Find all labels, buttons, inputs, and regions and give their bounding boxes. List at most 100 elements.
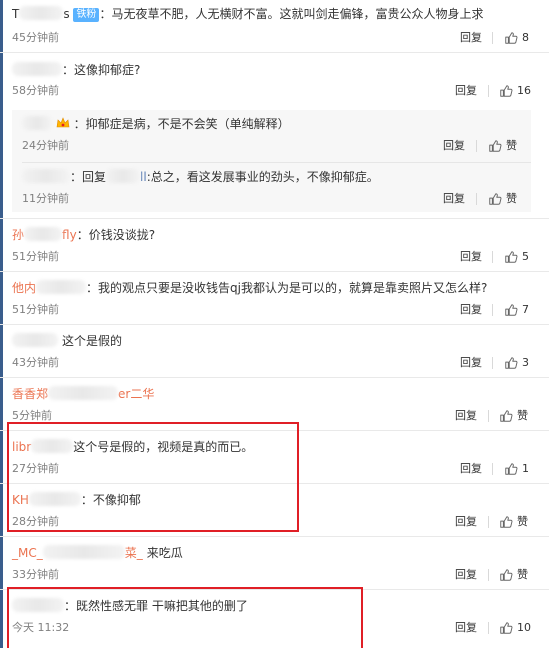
like-label: 赞: [517, 409, 528, 422]
commenter-name-suffix[interactable]: s: [63, 7, 69, 21]
like-button[interactable]: 7: [504, 303, 529, 317]
comment-time: 51分钟前: [12, 303, 59, 316]
commenter-name[interactable]: 香香郑: [12, 387, 48, 401]
commenter-name[interactable]: _MC_: [12, 546, 43, 560]
like-count: 5: [522, 250, 529, 263]
reply-to-name[interactable]: ll: [140, 170, 147, 184]
iron-fan-badge: 铁粉: [73, 8, 100, 22]
comment-time: 51分钟前: [12, 250, 59, 263]
comment-item: Ts 铁粉 ：马无夜草不肥，人无横财不富。这就叫剑走偏锋，富贵公众人物身上求 45…: [0, 0, 549, 52]
like-button[interactable]: 16: [499, 84, 531, 98]
reply-button[interactable]: 回复: [455, 84, 477, 98]
comment-time: 58分钟前: [12, 84, 59, 97]
comment-text: 这个号是假的，视频是真的而已。: [73, 440, 254, 454]
blurred-username: [22, 116, 52, 130]
comment-text: ：价钱没谈拢?: [76, 228, 156, 242]
like-button[interactable]: 赞: [488, 192, 517, 206]
like-count: 16: [517, 84, 531, 97]
commenter-name[interactable]: libr: [12, 440, 31, 454]
like-count: 10: [517, 621, 531, 634]
like-button[interactable]: 赞: [499, 515, 528, 529]
reply-button[interactable]: 回复: [460, 356, 482, 370]
reply-text: :总之，看这发展事业的劲头，不像抑郁症。: [146, 170, 379, 184]
blurred-username: [12, 333, 58, 347]
comment-text: 来吃瓜: [146, 546, 183, 560]
commenter-name-suffix[interactable]: fly: [62, 228, 77, 242]
blurred-username: [48, 386, 119, 400]
divider: [22, 162, 531, 163]
like-button[interactable]: 10: [499, 621, 531, 635]
commenter-name[interactable]: 孙: [12, 228, 24, 242]
comment-header: ：这像抑郁症?: [12, 62, 140, 78]
reply-button[interactable]: 回复: [455, 568, 477, 582]
comment-header: ：既然性感无罪 干嘛把其他的删了: [12, 598, 248, 614]
like-count: 7: [522, 303, 529, 316]
comment-time: 今天 11:32: [12, 621, 70, 634]
blurred-username: [106, 169, 141, 183]
like-button[interactable]: 8: [504, 31, 529, 45]
reply-button[interactable]: 回复: [460, 303, 482, 317]
comment-item: ：这像抑郁症? 58分钟前 回复 16 ：抑郁症是病，不是不会笑（单纯解释） 2…: [0, 52, 549, 218]
divider: [492, 463, 493, 475]
reply-button[interactable]: 回复: [443, 139, 465, 153]
reply-button[interactable]: 回复: [460, 250, 482, 264]
reply-button[interactable]: 回复: [460, 462, 482, 476]
divider: [492, 251, 493, 263]
thumbs-up-icon: [505, 357, 518, 369]
thumbs-up-icon: [489, 140, 502, 152]
divider: [488, 516, 489, 528]
blurred-username: [36, 280, 87, 294]
like-label: 赞: [506, 192, 517, 205]
comment-text: ：既然性感无罪 干嘛把其他的删了: [64, 599, 248, 613]
divider: [488, 569, 489, 581]
comment-header: libr 这个号是假的，视频是真的而已。: [12, 439, 253, 455]
like-button[interactable]: 1: [504, 462, 529, 476]
divider: [476, 193, 477, 205]
like-label: 赞: [506, 139, 517, 152]
comment-text: ：: [70, 170, 83, 184]
commenter-name[interactable]: KH: [12, 493, 29, 507]
commenter-name[interactable]: T: [12, 7, 19, 21]
comment-header: KH ：不像抑郁: [12, 492, 141, 508]
divider: [492, 357, 493, 369]
comment-time: 27分钟前: [12, 462, 59, 475]
like-count: 3: [522, 356, 529, 369]
like-button[interactable]: 5: [504, 250, 529, 264]
commenter-name-suffix[interactable]: 菜_: [125, 546, 143, 560]
like-button[interactable]: 3: [504, 356, 529, 370]
comment-header: 他内 ：我的观点只要是没收钱告qj我都认为是可以的，就算是靠卖照片又怎么样?: [12, 280, 487, 296]
like-count: 8: [522, 31, 529, 44]
thumbs-up-icon: [500, 569, 513, 581]
comment-text: ：: [73, 117, 86, 131]
blurred-username: [19, 6, 64, 20]
comment-time: 28分钟前: [12, 515, 59, 528]
reply-button[interactable]: 回复: [455, 621, 477, 635]
divider: [488, 85, 489, 97]
like-label: 赞: [517, 515, 528, 528]
divider: [488, 622, 489, 634]
like-button[interactable]: 赞: [499, 568, 528, 582]
comment-header: 孙 fly：价钱没谈拢?: [12, 227, 155, 243]
divider: [488, 410, 489, 422]
divider: [476, 140, 477, 152]
comment-header: 香香郑 er二华: [12, 386, 154, 402]
comment-time: 45分钟前: [12, 31, 59, 44]
thumbs-up-icon: [505, 251, 518, 263]
reply-thread: ：抑郁症是病，不是不会笑（单纯解释） 24分钟前 回复 赞 ：回复 ll:总之，看…: [12, 110, 531, 212]
reply-button[interactable]: 回复: [460, 31, 482, 45]
commenter-name[interactable]: 他内: [12, 281, 36, 295]
divider: [492, 304, 493, 316]
thumbs-up-icon: [489, 193, 502, 205]
reply-button[interactable]: 回复: [455, 409, 477, 423]
like-button[interactable]: 赞: [499, 409, 528, 423]
commenter-name-suffix[interactable]: er二华: [118, 387, 154, 401]
reply-button[interactable]: 回复: [443, 192, 465, 206]
reply-button[interactable]: 回复: [455, 515, 477, 529]
reply-time: 11分钟前: [22, 192, 69, 205]
comment-text: ：: [99, 7, 112, 21]
reply-time: 24分钟前: [22, 139, 69, 152]
like-button[interactable]: 赞: [488, 139, 517, 153]
reply-header: ：回复 ll:总之，看这发展事业的劲头，不像抑郁症。: [22, 169, 379, 185]
divider: [492, 32, 493, 44]
comment-text: ：这像抑郁症?: [62, 63, 141, 77]
